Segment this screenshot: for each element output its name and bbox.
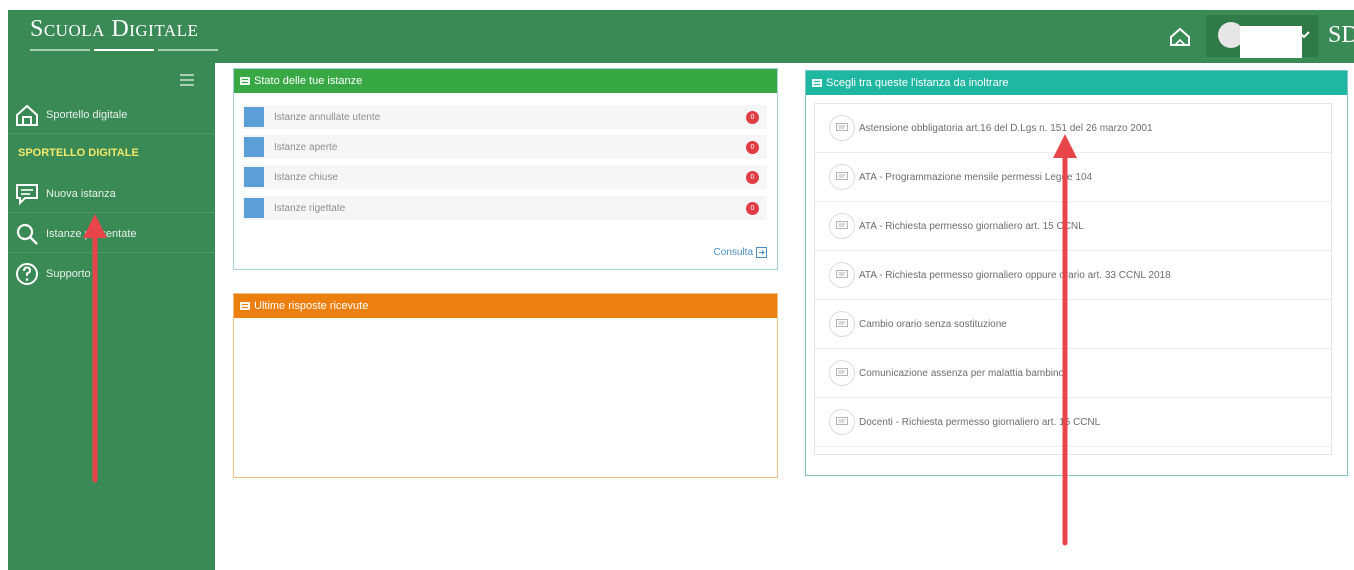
top-bar: Scuola Digitale SD bbox=[8, 10, 1354, 63]
help-circle-icon bbox=[14, 261, 40, 287]
list-item[interactable]: Istanze annullate utente 0 bbox=[242, 105, 767, 129]
app-root: Scuola Digitale SD Sportello digitale SP… bbox=[0, 0, 1354, 570]
stato-istanze-panel: Stato delle tue istanze Istanze annullat… bbox=[233, 68, 778, 270]
list-item[interactable]: Istanze rigettate 0 bbox=[242, 196, 767, 220]
logo-text: Scuola Digitale bbox=[30, 16, 199, 42]
count-badge: 0 bbox=[746, 170, 759, 184]
sidebar-item-sportello[interactable]: Sportello digitale bbox=[8, 96, 215, 134]
panel-header: Stato delle tue istanze bbox=[234, 69, 777, 93]
sidebar-item-istanze-presentate[interactable]: Istanze presentate bbox=[8, 215, 215, 253]
user-name-redacted bbox=[1240, 26, 1302, 58]
chat-bubble-icon bbox=[829, 164, 855, 190]
istanza-label: ATA - Richiesta permesso giornaliero opp… bbox=[859, 269, 1171, 281]
sidebar: Sportello digitale SPORTELLO DIGITALE Nu… bbox=[8, 63, 215, 570]
chat-bubble-icon bbox=[829, 262, 855, 288]
search-icon bbox=[14, 221, 40, 247]
sidebar-section-title: SPORTELLO DIGITALE bbox=[18, 147, 139, 159]
istanza-label: Astensione obbligatoria art.16 del D.Lgs… bbox=[859, 122, 1153, 134]
user-menu-button[interactable] bbox=[1206, 15, 1318, 58]
chat-bubble-icon bbox=[829, 213, 855, 239]
row-label: Istanze aperte bbox=[274, 141, 338, 153]
sidebar-item-label: Sportello digitale bbox=[46, 108, 128, 121]
list-item[interactable]: Istanze chiuse 0 bbox=[242, 165, 767, 189]
panel-title: Ultime risposte ricevute bbox=[254, 300, 369, 312]
top-right-whiteout bbox=[1122, 0, 1354, 10]
annotation-arrow-up-icon bbox=[1053, 134, 1077, 546]
sidebar-item-label: Nuova istanza bbox=[46, 187, 116, 200]
panel-title: Scegli tra queste l'istanza da inoltrare bbox=[826, 77, 1009, 89]
document-icon bbox=[244, 137, 264, 157]
count-badge: 0 bbox=[746, 140, 759, 154]
panel-title: Stato delle tue istanze bbox=[254, 75, 363, 87]
home-outline-icon bbox=[14, 102, 40, 128]
row-label: Istanze rigettate bbox=[274, 202, 346, 214]
document-icon bbox=[244, 107, 264, 127]
sidebar-item-supporto[interactable]: Supporto bbox=[8, 255, 215, 293]
panel-header: Ultime risposte ricevute bbox=[234, 294, 777, 318]
list-icon bbox=[240, 77, 250, 85]
count-badge: 0 bbox=[746, 110, 759, 124]
panel-header: Scegli tra queste l'istanza da inoltrare bbox=[806, 71, 1347, 95]
app-logo[interactable]: Scuola Digitale bbox=[30, 16, 198, 43]
hamburger-menu-icon[interactable] bbox=[180, 73, 194, 86]
chat-bubble-icon bbox=[829, 360, 855, 386]
list-icon bbox=[240, 302, 250, 310]
annotation-arrow-up-icon bbox=[83, 214, 107, 483]
consulta-label: Consulta bbox=[713, 247, 753, 258]
row-label: Istanze chiuse bbox=[274, 171, 338, 183]
document-icon bbox=[244, 167, 264, 187]
chat-bubble-icon bbox=[829, 115, 855, 141]
chat-bubble-icon bbox=[829, 409, 855, 435]
sidebar-item-nuova-istanza[interactable]: Nuova istanza bbox=[8, 175, 215, 213]
istanza-label: Cambio orario senza sostituzione bbox=[859, 318, 1007, 330]
list-item[interactable]: Istanze aperte 0 bbox=[242, 135, 767, 159]
home-icon[interactable] bbox=[1168, 26, 1192, 48]
ultime-risposte-panel: Ultime risposte ricevute bbox=[233, 293, 778, 478]
logo-underline bbox=[30, 49, 218, 52]
chat-bubble-icon bbox=[14, 181, 40, 207]
row-label: Istanze annullate utente bbox=[274, 111, 381, 123]
count-badge: 0 bbox=[746, 201, 759, 215]
istanza-label: Comunicazione assenza per malattia bambi… bbox=[859, 367, 1065, 379]
arrow-right-box-icon bbox=[756, 247, 767, 258]
list-icon bbox=[812, 79, 822, 87]
document-icon bbox=[244, 198, 264, 218]
app-initials: SD bbox=[1328, 22, 1354, 48]
chat-bubble-icon bbox=[829, 311, 855, 337]
chevron-down-icon bbox=[1296, 27, 1312, 43]
consulta-link[interactable]: Consulta bbox=[714, 247, 767, 258]
